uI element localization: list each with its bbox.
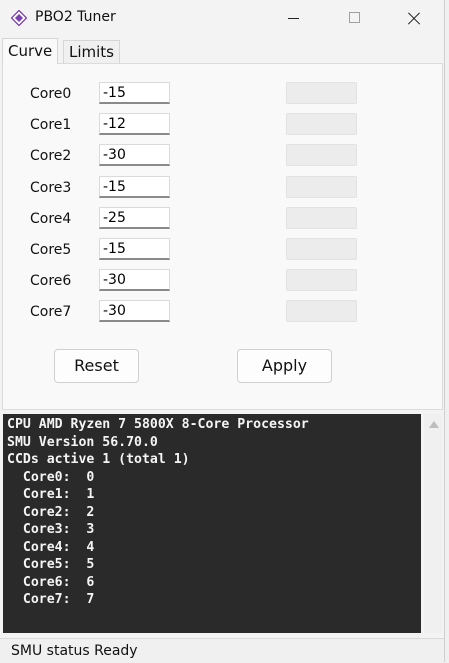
core-label: Core2 <box>30 148 72 164</box>
status-text: SMU status Ready <box>11 643 138 659</box>
core-label: Core3 <box>30 180 72 196</box>
core-offset-input[interactable] <box>99 113 170 135</box>
core-label: Core6 <box>30 273 72 289</box>
core-status-field <box>286 269 357 291</box>
console-line: Core7: 7 <box>7 592 95 607</box>
core-offset-input[interactable] <box>99 207 170 229</box>
core-label: Core0 <box>30 86 72 102</box>
console-line: CCDs active 1 (total 1) <box>7 452 190 467</box>
core-offset-input[interactable] <box>99 144 170 166</box>
diamond-app-icon <box>11 10 27 26</box>
apply-button[interactable]: Apply <box>237 349 332 383</box>
app-window: PBO2 Tuner Curve Limits Core0 Core1 Core2 C… <box>0 0 445 663</box>
title-bar[interactable]: PBO2 Tuner <box>0 0 444 36</box>
core-label: Core1 <box>30 117 72 133</box>
core-offset-input[interactable] <box>99 82 170 104</box>
core-status-field <box>286 207 357 229</box>
console-line: Core5: 5 <box>7 557 95 572</box>
maximize-button[interactable] <box>331 0 377 36</box>
core-label: Core5 <box>30 242 72 258</box>
console-line: Core1: 1 <box>7 487 95 502</box>
console-line: Core6: 6 <box>7 574 95 590</box>
core-status-field <box>286 238 357 260</box>
core-status-field <box>286 300 357 322</box>
close-button[interactable] <box>390 0 436 36</box>
console-line: Core3: 3 <box>7 522 95 537</box>
status-bar: SMU status Ready <box>0 638 444 663</box>
minimize-button[interactable] <box>270 0 316 36</box>
tab-curve[interactable]: Curve <box>2 38 59 64</box>
console-line: SMU Version 56.70.0 <box>7 434 158 450</box>
console-line: Core4: 4 <box>7 539 95 555</box>
core-offset-input[interactable] <box>99 300 170 322</box>
core-status-field <box>286 82 357 104</box>
core-offset-input[interactable] <box>99 176 170 198</box>
console-line: Core2: 2 <box>7 504 95 520</box>
core-status-field <box>286 144 357 166</box>
core-label: Core4 <box>30 211 72 227</box>
console-output[interactable]: CPU AMD Ryzen 7 5800X 8-Core Processor SM… <box>3 414 421 633</box>
core-offset-input[interactable] <box>99 269 170 291</box>
tab-limits[interactable]: Limits <box>63 40 120 64</box>
core-label: Core7 <box>30 304 72 320</box>
reset-button[interactable]: Reset <box>54 349 139 383</box>
core-status-field <box>286 176 357 198</box>
window-title: PBO2 Tuner <box>35 9 116 25</box>
console-line: Core0: 0 <box>7 469 95 485</box>
core-status-field <box>286 113 357 135</box>
console-scrollbar[interactable] <box>424 414 442 633</box>
scroll-up-arrow-icon[interactable] <box>429 421 439 428</box>
console-line: CPU AMD Ryzen 7 5800X 8-Core Processor <box>7 417 309 432</box>
core-offset-input[interactable] <box>99 238 170 260</box>
